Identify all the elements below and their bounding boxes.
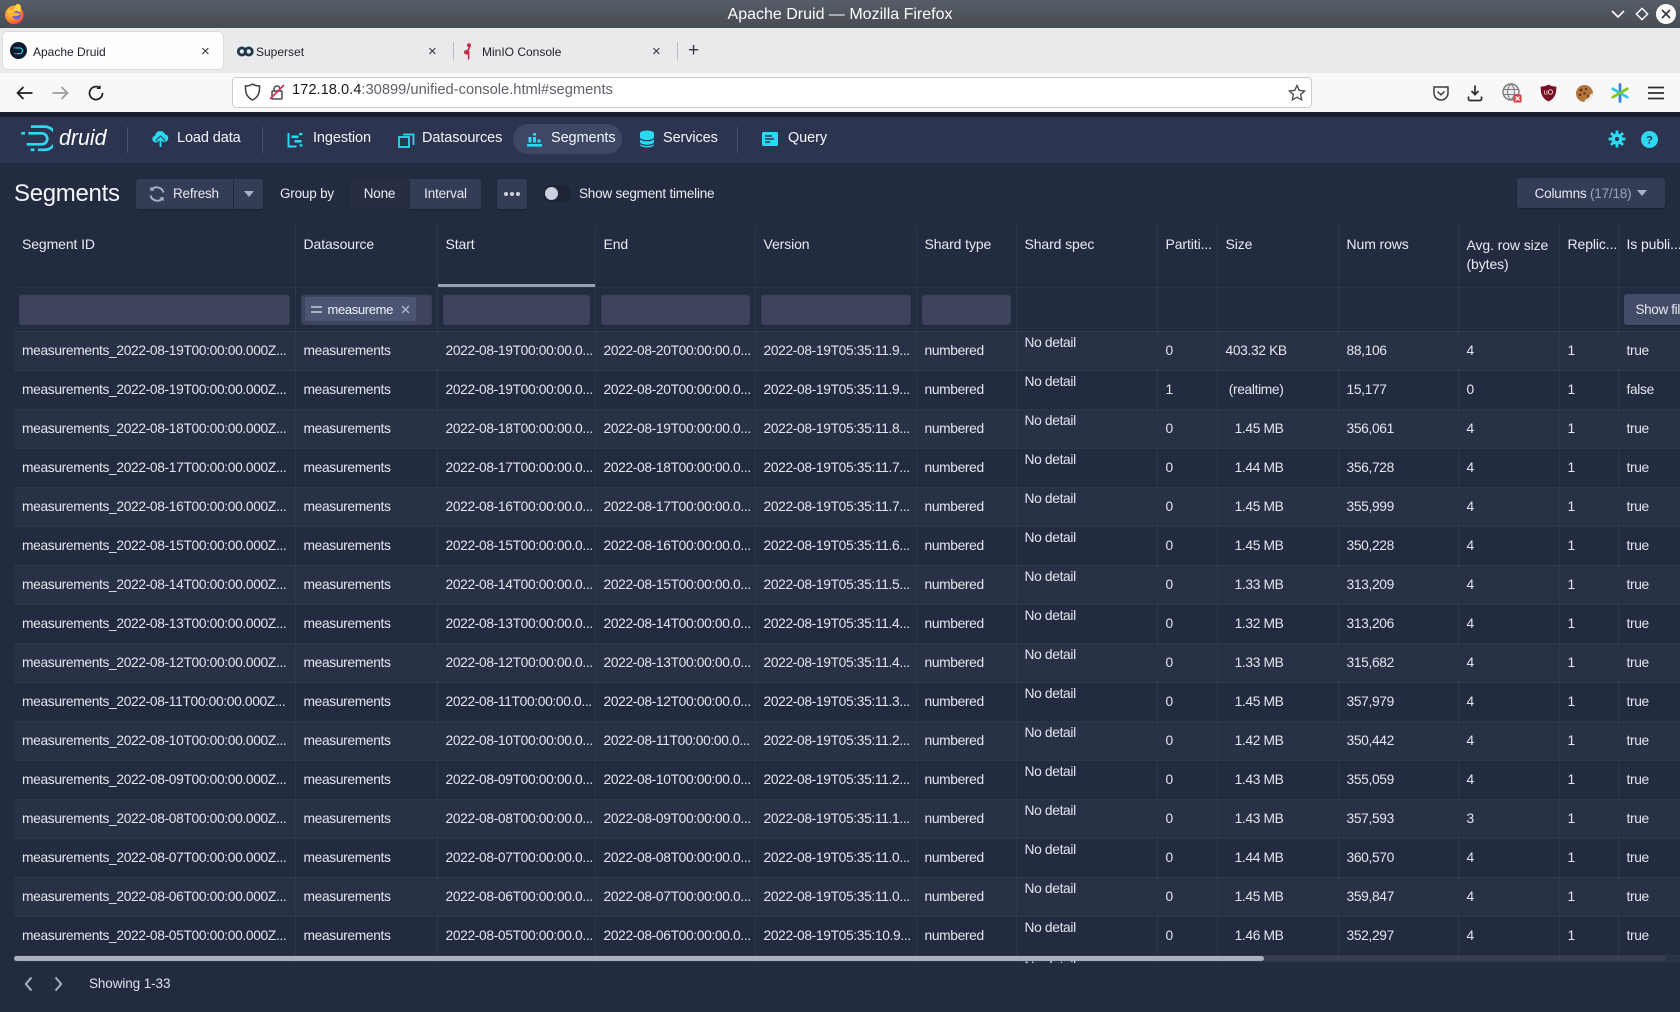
svg-text:uO: uO <box>1544 90 1554 97</box>
svg-text:?: ? <box>1646 135 1653 147</box>
